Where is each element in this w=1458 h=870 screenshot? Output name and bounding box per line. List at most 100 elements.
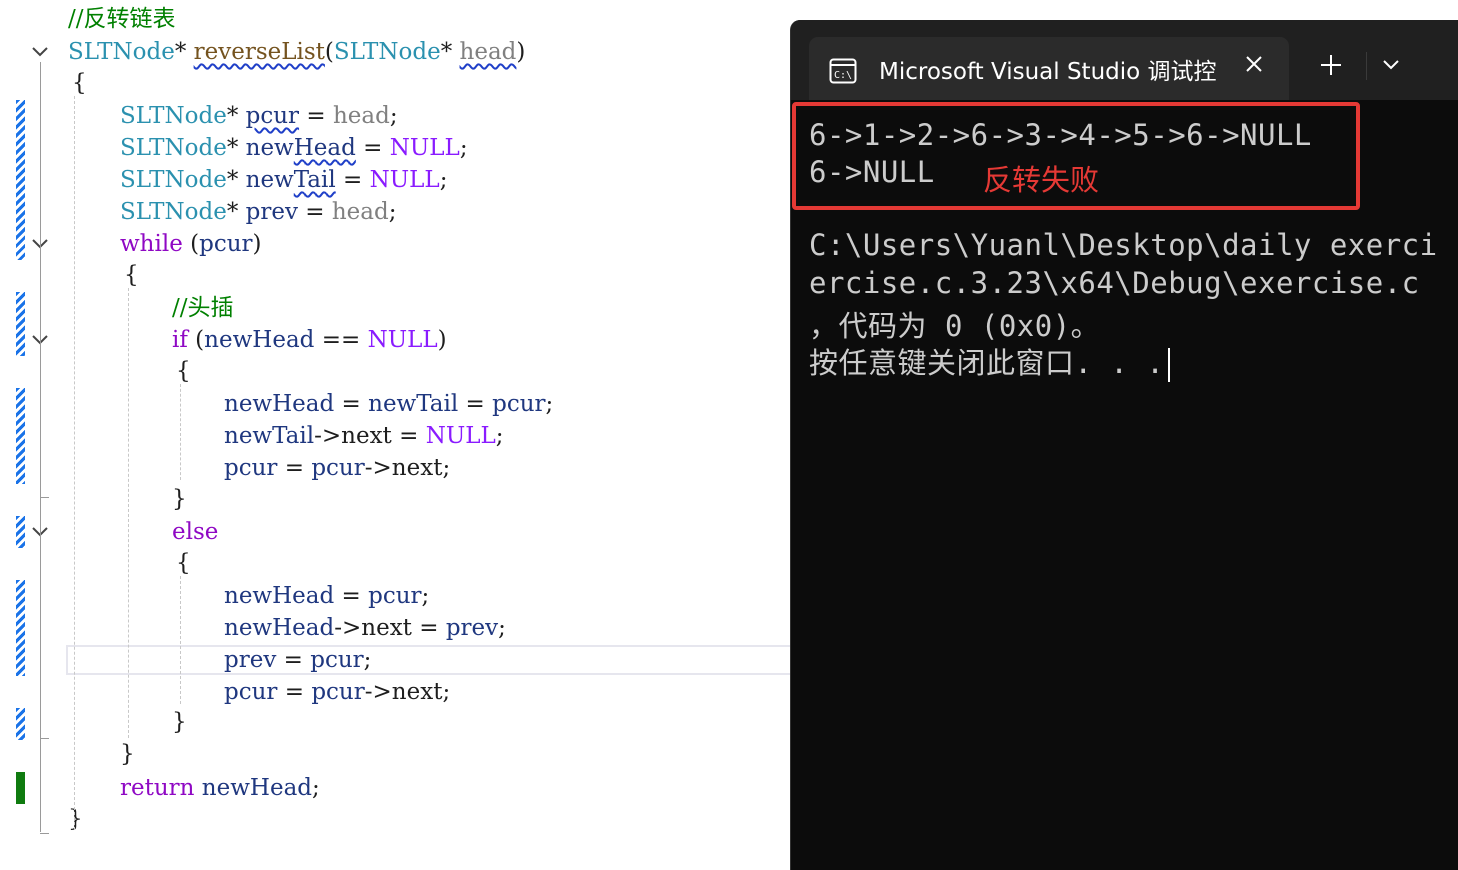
code-token: ; [459,135,468,161]
code-token: Head [293,135,356,161]
code-line[interactable]: { [124,259,139,291]
code-token: ; [442,455,451,481]
code-token: pcur [311,455,365,481]
current-line-highlight [66,645,796,675]
code-line[interactable]: } [68,803,83,835]
code-line[interactable]: else [172,516,218,548]
code-token: ; [389,103,398,129]
fold-end-tick [40,738,49,739]
change-indicator [16,580,25,676]
code-token: ( [182,231,200,257]
code-line[interactable]: SLTNode* newTail = NULL; [120,164,447,196]
code-token: * [226,167,246,193]
code-token: ; [545,391,554,417]
code-line[interactable]: newHead->next = prev; [224,612,506,644]
code-line[interactable]: return newHead; [120,772,320,804]
code-token: -> [334,615,362,641]
code-line[interactable]: { [176,355,191,387]
code-token: pcur [245,103,300,129]
code-token: pcur [310,647,364,673]
code-line[interactable]: //头插 [172,292,234,324]
code-line[interactable]: SLTNode* prev = head; [120,196,396,228]
indent-guide [180,576,181,704]
code-token: prev [445,615,499,641]
path-line-1: C:\Users\Yuanl\Desktop\daily exerci [809,228,1438,262]
tab-title: Microsoft Visual Studio 调试控 [879,59,1217,85]
text-cursor [1168,348,1171,382]
code-token: ; [495,423,504,449]
code-token: * [226,103,246,129]
code-token: return [120,775,195,801]
code-token: } [68,806,83,832]
code-token: ; [363,647,372,673]
code-token: SLTNode [120,103,227,129]
code-line[interactable]: pcur = pcur->next; [224,676,450,708]
code-token: ( [187,327,205,353]
code-token: == [314,327,368,353]
code-line[interactable]: SLTNode* newHead = NULL; [120,132,468,164]
change-indicator [16,292,25,356]
code-line[interactable]: { [176,547,191,579]
code-token: prev [245,199,298,225]
code-token: = [334,583,369,609]
code-line[interactable]: SLTNode* pcur = head; [120,100,398,132]
code-editor[interactable]: //反转链表 SLTNode* reverseList(SLTNode* head… [0,0,800,858]
code-token: //反转链表 [68,6,176,32]
change-indicator [16,100,25,260]
code-line[interactable]: { [72,67,87,99]
code-line[interactable]: prev = pcur; [224,644,371,676]
terminal-tab[interactable]: C:\ Microsoft Visual Studio 调试控 [809,37,1289,100]
output-line-2: 6->NULL [809,155,935,189]
code-token: ; [439,167,448,193]
code-line[interactable]: } [172,483,187,515]
code-line[interactable]: pcur = pcur->next; [224,452,450,484]
output-line-1: 6->1->2->6->3->4->5->6->NULL [809,118,1312,152]
code-token: ; [312,775,320,801]
code-token: { [72,70,87,96]
chevron-down-icon[interactable] [1376,50,1406,80]
code-line[interactable]: newHead = newTail = pcur; [224,388,553,420]
code-token: pcur [311,679,365,705]
code-token: * [226,135,246,161]
code-token: while [120,231,183,257]
code-token: pcur [199,231,253,257]
prompt-line: 按任意键关闭此窗口. . . [809,340,1171,382]
code-line[interactable]: } [120,738,135,770]
exit-code-line: ，代码为 0 (0x0)。 [809,309,1101,343]
code-line[interactable]: SLTNode* reverseList(SLTNode* head) [68,36,525,68]
code-token: next [391,455,443,481]
console-icon: C:\ [829,57,857,85]
code-line[interactable]: while (pcur) [120,228,262,260]
code-token: pcur [224,679,278,705]
code-token: * [440,39,460,65]
change-indicator [16,516,25,548]
terminal-window[interactable]: C:\ Microsoft Visual Studio 调试控 6->1->2-… [790,20,1458,870]
code-token: SLTNode [120,199,227,225]
code-token: ( [324,39,334,65]
close-tab-icon[interactable] [1239,49,1269,79]
fold-range-line [40,352,41,500]
indent-guide [74,96,75,830]
code-token: pcur [368,583,422,609]
code-token: SLTNode [120,135,227,161]
new-tab-plus-icon[interactable] [1316,50,1346,80]
code-token: else [172,519,219,545]
fold-chevron-icon[interactable] [30,42,50,62]
code-line[interactable]: //反转链表 [68,3,176,35]
code-token: new [245,135,294,161]
code-token: newTail [368,391,459,417]
change-indicator [16,388,25,484]
code-token: pcur [492,391,546,417]
code-token: newHead [201,775,313,801]
code-token: next [341,423,392,449]
code-line[interactable]: if (newHead == NULL) [172,324,447,356]
code-line[interactable]: newHead = pcur; [224,580,429,612]
code-line[interactable]: } [172,706,187,738]
code-token: prev [224,647,277,673]
code-line[interactable]: newTail->next = NULL; [224,420,504,452]
code-token: newHead [204,327,315,353]
code-token: new [245,167,294,193]
code-token: ; [388,199,397,225]
code-token: } [120,741,135,767]
